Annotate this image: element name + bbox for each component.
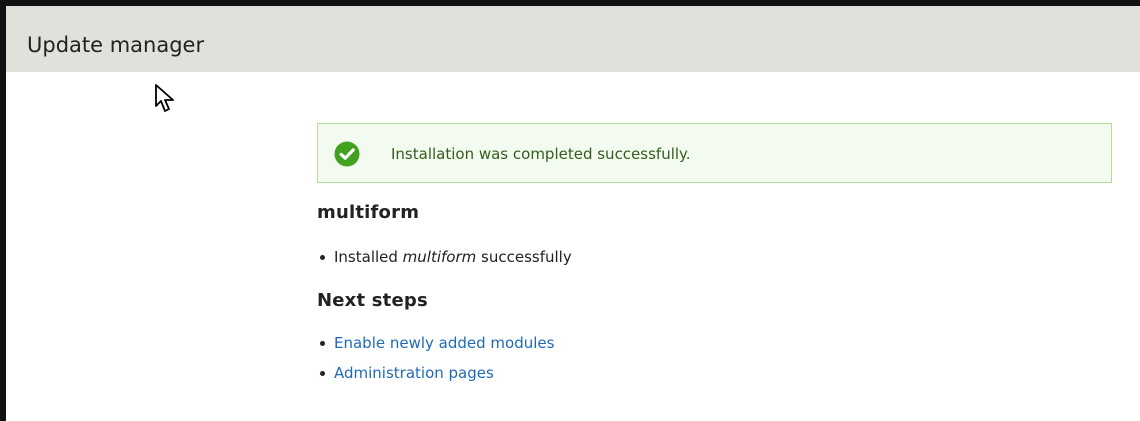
install-result-list: Installed multiform successfully	[317, 247, 572, 277]
install-result-prefix: Installed	[334, 248, 403, 266]
next-steps-list: Enable newly added modules Administratio…	[317, 333, 554, 393]
enable-modules-link[interactable]: Enable newly added modules	[334, 334, 554, 352]
page-header: Update manager	[6, 6, 1140, 72]
list-bullet	[320, 371, 325, 376]
success-message-text: Installation was completed successfully.	[391, 145, 691, 163]
next-step-item: Administration pages	[317, 363, 554, 393]
success-message: Installation was completed successfully.	[317, 123, 1112, 183]
installed-module-name: multiform	[402, 248, 477, 266]
install-result-item: Installed multiform successfully	[317, 247, 572, 277]
next-step-item: Enable newly added modules	[317, 333, 554, 363]
page-frame: Update manager Installation was complete…	[0, 0, 1140, 421]
check-circle-icon	[334, 141, 360, 167]
mouse-pointer-icon	[155, 84, 174, 112]
install-result-suffix: successfully	[476, 248, 572, 266]
next-steps-heading: Next steps	[317, 290, 428, 311]
administration-pages-link[interactable]: Administration pages	[334, 364, 494, 382]
module-heading: multiform	[317, 202, 420, 223]
list-bullet	[320, 255, 325, 260]
list-bullet	[320, 341, 325, 346]
page-title: Update manager	[27, 33, 205, 57]
